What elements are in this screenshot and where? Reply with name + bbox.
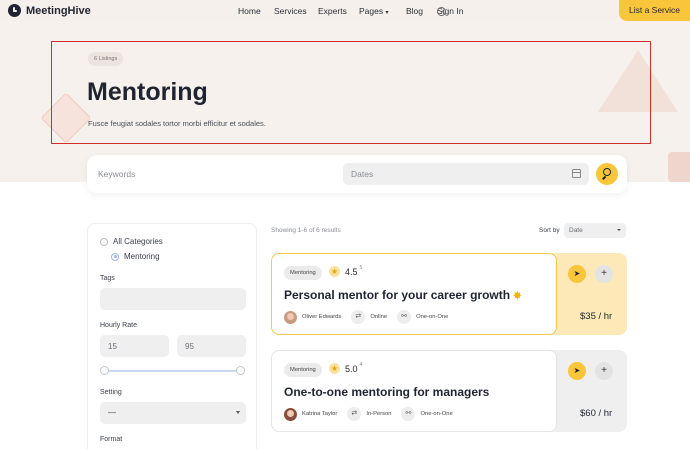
- format-label: Format: [100, 436, 123, 443]
- rate-slider-min-handle[interactable]: [100, 366, 109, 375]
- listing-card[interactable]: Mentoring ★ 4.5 5 Personal mentor for yo…: [271, 253, 627, 335]
- list-service-button[interactable]: List a Service: [619, 0, 690, 21]
- clock-logo-icon: [8, 4, 21, 17]
- nav-home[interactable]: Home: [238, 6, 261, 16]
- rate-min-input[interactable]: 15: [100, 335, 169, 357]
- send-message-button[interactable]: ➤: [568, 265, 586, 283]
- calendar-icon: [572, 169, 581, 178]
- swap-arrows-icon: ⇄: [351, 310, 366, 324]
- send-icon: ➤: [573, 366, 581, 375]
- results-count: Showing 1-6 of 6 results: [271, 227, 341, 234]
- rating: ★ 5.0 4: [329, 361, 363, 374]
- radio-checked-icon: [111, 252, 119, 261]
- sign-in-icon: →: [437, 6, 446, 16]
- listing-title-text: Personal mentor for your career growth: [284, 288, 511, 302]
- listing-title-text: One-to-one mentoring for managers: [284, 385, 490, 399]
- rating-value: 5.0: [345, 363, 358, 374]
- category-pill[interactable]: Mentoring: [284, 363, 322, 377]
- listing-card[interactable]: Mentoring ★ 5.0 4 One-to-one mentoring f…: [271, 350, 627, 432]
- listing-price: $60 / hr: [580, 408, 613, 419]
- search-button[interactable]: [596, 163, 618, 185]
- nav-pages-label: Pages: [359, 6, 384, 16]
- expert-name[interactable]: Katrina Taylor: [302, 411, 337, 417]
- dates-input[interactable]: Dates: [343, 163, 589, 185]
- swap-arrows-icon: ⇄: [347, 407, 362, 421]
- rate-slider-track[interactable]: [105, 370, 241, 372]
- rating-count: 5: [359, 264, 363, 271]
- tags-input[interactable]: [100, 288, 246, 310]
- category-all[interactable]: All Categories: [100, 237, 163, 246]
- add-button[interactable]: +: [595, 265, 613, 283]
- decorative-square: [668, 152, 690, 182]
- nav-pages[interactable]: Pages ▾: [359, 6, 389, 16]
- selection-highlight-box: [51, 41, 651, 144]
- nav-experts[interactable]: Experts: [318, 6, 347, 16]
- featured-sparkle-icon: ✸: [513, 291, 522, 302]
- logo-text: MeetingHive: [26, 4, 91, 17]
- plus-icon: +: [601, 268, 607, 279]
- category-pill[interactable]: Mentoring: [284, 266, 322, 280]
- category-mentoring[interactable]: Mentoring: [111, 252, 160, 261]
- setting-value: —: [108, 408, 116, 417]
- session-mode: In-Person: [366, 411, 392, 417]
- listing-title[interactable]: Personal mentor for your career growth ✸: [284, 288, 521, 302]
- expert-avatar[interactable]: [284, 407, 297, 421]
- plus-icon: +: [601, 365, 607, 376]
- rate-slider-max-handle[interactable]: [236, 366, 245, 375]
- session-format: One-on-One: [420, 411, 453, 417]
- network-icon: ⚯: [401, 407, 416, 421]
- search-icon-handle: [602, 175, 606, 180]
- logo[interactable]: MeetingHive: [8, 4, 91, 17]
- chevron-down-icon: ▾: [385, 10, 389, 16]
- tags-label: Tags: [100, 275, 115, 282]
- listing-meta: Katrina Taylor ⇄ In-Person ⚯ One-on-One: [284, 407, 453, 421]
- filters-sidebar: All Categories Mentoring Tags Hourly Rat…: [87, 223, 257, 449]
- rating-count: 4: [359, 361, 363, 368]
- sign-in-link[interactable]: → Sign In: [437, 6, 463, 16]
- sort-value: Date: [569, 227, 583, 234]
- network-icon: ⚯: [397, 310, 412, 324]
- category-mentoring-label: Mentoring: [124, 252, 160, 261]
- card-body: Mentoring ★ 4.5 5 Personal mentor for yo…: [271, 253, 557, 335]
- expert-avatar[interactable]: [284, 310, 297, 324]
- keywords-input[interactable]: Keywords: [98, 169, 135, 179]
- listing-meta: Oliver Edwards ⇄ Online ⚯ One-on-One: [284, 310, 448, 324]
- expert-name[interactable]: Oliver Edwards: [302, 314, 341, 320]
- star-icon: ★: [329, 266, 340, 277]
- rating-value: 4.5: [345, 266, 358, 277]
- sort-label: Sort by: [539, 227, 560, 234]
- send-message-button[interactable]: ➤: [568, 362, 586, 380]
- top-navbar: MeetingHive Home Services Experts Pages …: [0, 0, 690, 22]
- chevron-down-icon: [236, 411, 240, 414]
- rating: ★ 4.5 5: [329, 264, 363, 277]
- listing-title[interactable]: One-to-one mentoring for managers: [284, 385, 489, 399]
- listing-price: $35 / hr: [580, 311, 613, 322]
- add-button[interactable]: +: [595, 362, 613, 380]
- send-icon: ➤: [573, 269, 581, 278]
- session-format: One-on-One: [416, 314, 449, 320]
- setting-label: Setting: [100, 389, 122, 396]
- nav-services[interactable]: Services: [274, 6, 307, 16]
- category-all-label: All Categories: [113, 237, 163, 246]
- hourly-rate-label: Hourly Rate: [100, 322, 137, 329]
- dates-placeholder: Dates: [351, 169, 374, 179]
- card-body: Mentoring ★ 5.0 4 One-to-one mentoring f…: [271, 350, 557, 432]
- radio-unchecked-icon: [100, 237, 108, 246]
- star-icon: ★: [329, 363, 340, 374]
- session-mode: Online: [370, 314, 388, 320]
- nav-blog[interactable]: Blog: [406, 6, 423, 16]
- search-bar: Keywords Dates: [87, 155, 627, 193]
- setting-select[interactable]: —: [100, 402, 246, 424]
- sort-select[interactable]: Date: [564, 223, 626, 238]
- chevron-down-icon: [617, 229, 621, 231]
- rate-max-input[interactable]: 95: [177, 335, 246, 357]
